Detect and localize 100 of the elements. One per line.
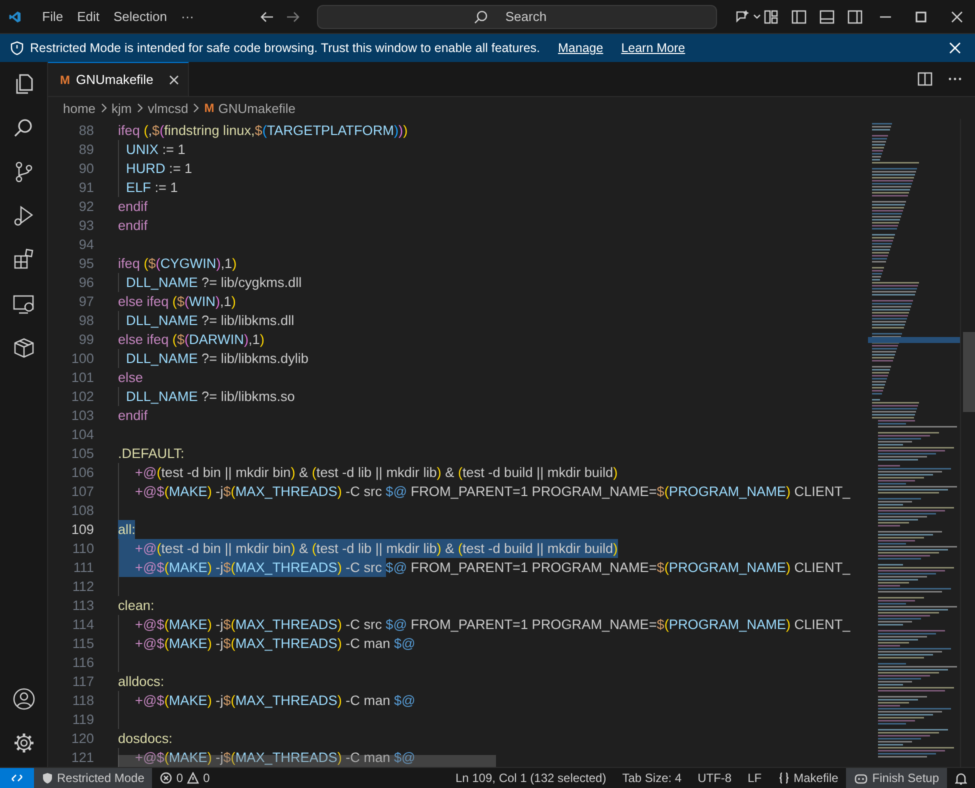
line-number: 119 [71,712,94,727]
panel-toggle-icon[interactable] [819,8,835,24]
code-token: test -d build || mkdir build [462,465,614,480]
code-token: ) [337,693,342,708]
breadcrumb-item[interactable]: home [63,100,96,116]
package-icon[interactable] [12,336,36,360]
layout-icon[interactable] [763,8,779,24]
editor-tab[interactable]: M GNUmakefile [48,62,189,96]
code-token: +@$ [135,617,164,632]
code-token: $ [148,256,156,271]
split-editor-icon[interactable] [917,71,933,87]
menu-item[interactable]: ··· [174,5,201,28]
code-token: ) [337,560,342,575]
search-field[interactable]: Search [317,4,717,28]
encoding[interactable]: UTF-8 [690,768,740,788]
settings-icon[interactable] [12,731,36,755]
code-token: -j [214,484,224,499]
sidebar-toggle-icon[interactable] [791,8,807,24]
code-token: ( [230,617,236,632]
code-token: ELF [126,180,151,195]
code-token: -C man [344,693,392,708]
run-debug-icon[interactable] [12,204,36,228]
code-token: -j [214,750,224,765]
line-number: 112 [71,579,94,594]
status-text: Makefile [794,771,838,785]
code-token: ) [613,541,618,556]
code-token: MAKE [168,693,208,708]
line-number: 89 [78,142,94,157]
code-token: ) [231,294,236,309]
code-token: & [298,465,310,480]
banner-link[interactable]: Learn More [621,41,686,55]
code-token: ) [207,560,212,575]
cursor-position[interactable]: Ln 109, Col 1 (132 selected) [447,768,614,788]
breadcrumb-item[interactable]: vlmcsd [148,100,188,116]
code-token: := 1 [161,142,186,157]
code-token: DLL_NAME [126,351,198,366]
chevron-right-icon [100,103,108,113]
line-number: 100 [70,351,94,366]
line-number: 106 [70,465,94,480]
code-token: DARWIN [189,332,244,347]
file-type-letter: M [60,72,70,86]
code-token: -C src [344,617,383,632]
restricted-mode-button[interactable]: Restricted Mode [34,768,152,788]
code-token: ) [207,693,212,708]
code-token: ) [260,332,264,347]
code-token: := 1 [168,161,192,176]
code-token: +@$ [135,560,164,575]
status-text: Restricted Mode [57,771,144,785]
menu-item[interactable]: File [35,5,70,28]
code-token: ( [230,560,236,575]
code-token: findstring linux, [164,123,255,138]
code-token: ,1 [248,332,260,347]
breadcrumb-item[interactable]: kjm [112,100,132,116]
menu-item[interactable]: Edit [70,5,107,28]
menu-item[interactable]: Selection [106,5,174,28]
code-token: ) [786,617,790,632]
code-token: ) [215,294,220,309]
breadcrumb-item[interactable]: GNUmakefile [218,100,296,116]
remote-button[interactable] [0,768,34,788]
language-mode[interactable]: Makefile [770,768,846,788]
account-icon[interactable] [12,687,36,711]
code-token: $@ [394,750,416,765]
tab-size[interactable]: Tab Size: 4 [614,768,690,788]
warning-count: 0 [203,771,210,785]
code-token: ( [164,617,169,632]
code-token: HURD [126,161,166,176]
secondary-sidebar-icon[interactable] [847,8,863,24]
code-token: MAX_THREADS [235,484,338,499]
code-token: ) [337,484,342,499]
code-token: +@$ [135,484,164,499]
robot-icon [854,772,868,784]
code-token: & [444,465,456,480]
code-token: -j [214,636,224,651]
code-token: -j [214,560,224,575]
code-token: ) [337,617,342,632]
scrollbar-thumb[interactable] [963,332,975,412]
code-token: ifeq [118,123,141,138]
code-token: ) [398,123,404,138]
line-number: 103 [70,408,94,423]
line-ending[interactable]: LF [740,768,770,788]
code-token: $ [176,294,185,309]
code-token: := 1 [154,180,178,195]
code-token: ( [458,465,462,480]
code-token: ( [230,484,236,499]
finish-setup-button[interactable]: Finish Setup [846,768,947,788]
code-token: ) [207,484,212,499]
code-token: CLIENT_ [793,484,850,499]
chevron-right-icon [136,103,144,113]
problems-button[interactable]: 0 0 [152,768,218,788]
banner-link[interactable]: Manage [558,41,604,55]
code-token: ( [144,123,148,138]
code-token: ( [164,484,169,499]
line-number: 92 [78,199,94,214]
sparkle-chat-icon[interactable] [735,8,763,24]
code-token: CYGWIN [160,256,216,271]
code-token: +@ [135,465,157,480]
code-token: CLIENT_ [793,617,850,632]
code-token: MAKE [168,560,208,575]
minimize-icon [880,16,890,18]
close-icon[interactable] [168,74,180,86]
